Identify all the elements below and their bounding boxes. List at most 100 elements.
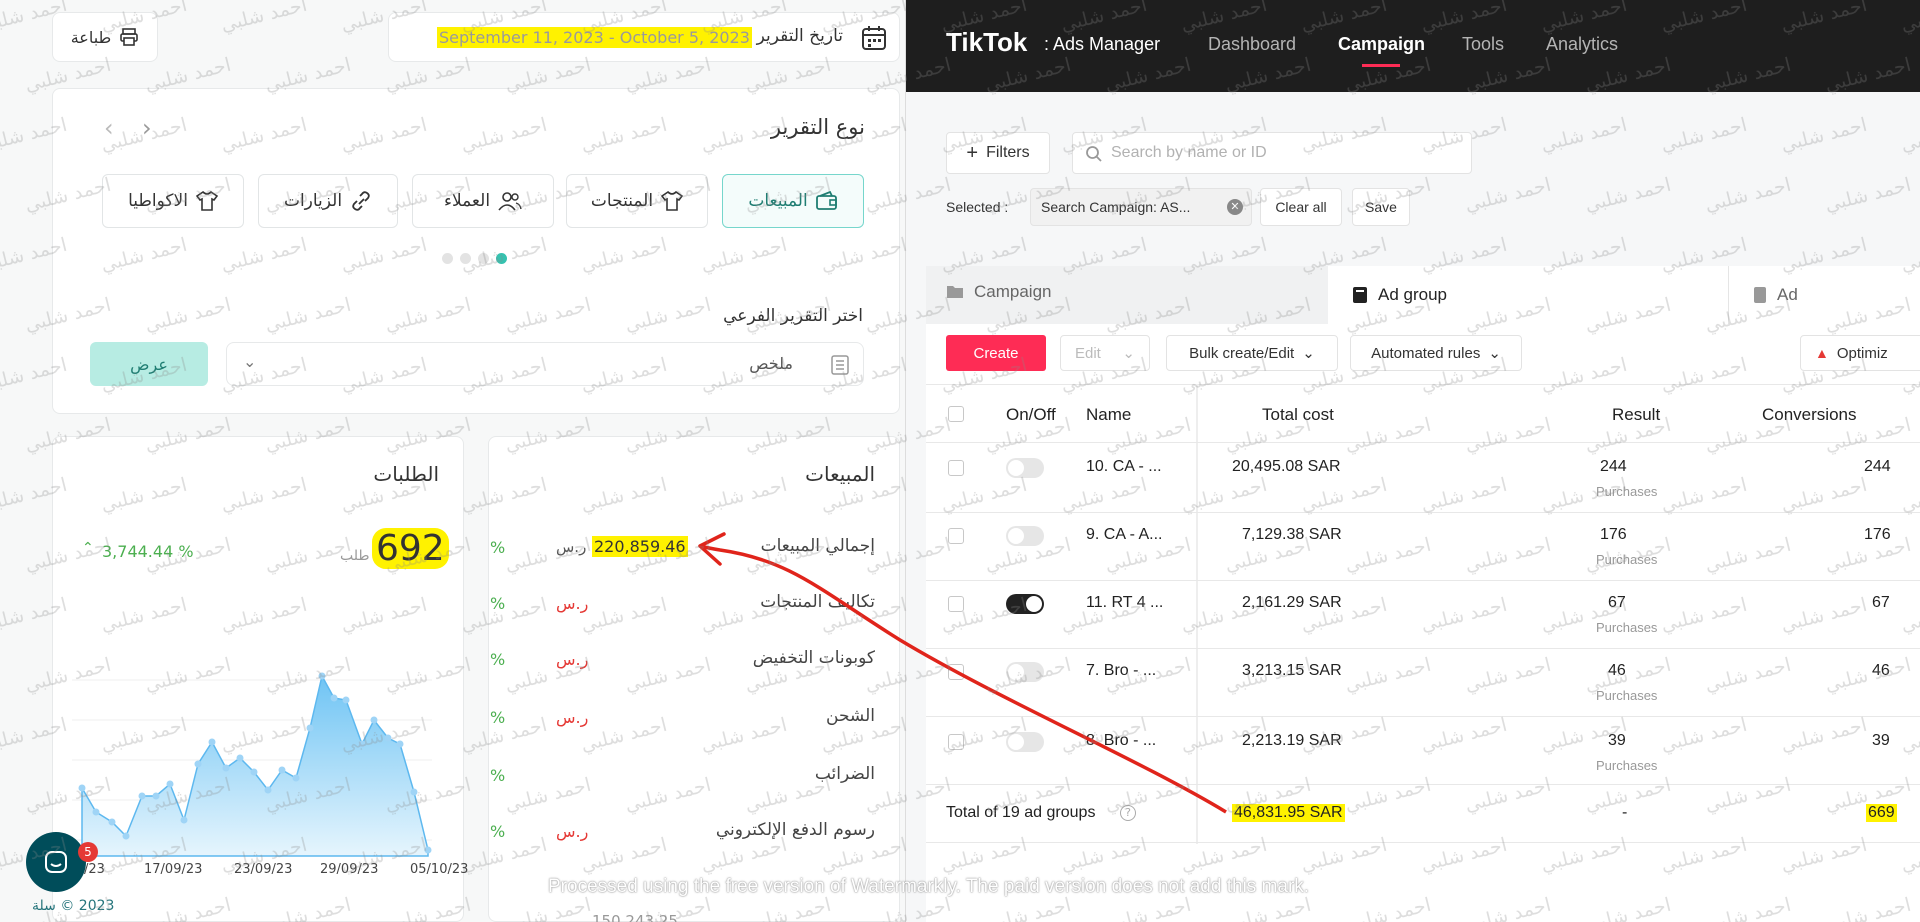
- carousel-dot[interactable]: [478, 253, 489, 264]
- tab-customers[interactable]: العملاء: [412, 174, 554, 228]
- filters-button[interactable]: + Filters: [946, 132, 1050, 174]
- automated-rules-button[interactable]: Automated rules ⌄: [1350, 335, 1522, 371]
- salla-report-panel: طباعة September 11, 2023 - October 5, 20…: [0, 0, 906, 922]
- shirt-icon: [195, 191, 218, 211]
- selected-filter-chip[interactable]: Search Campaign: AS... ✕: [1030, 188, 1252, 226]
- sales-row-label: الضرائب: [814, 764, 875, 784]
- orders-unit: طلب: [340, 548, 370, 564]
- print-button[interactable]: طباعة: [52, 12, 158, 62]
- row-name[interactable]: 10. CA - ...: [1086, 458, 1162, 476]
- row-name[interactable]: 9. CA - A...: [1086, 526, 1162, 544]
- edit-button[interactable]: Edit ⌄: [1060, 335, 1150, 371]
- sales-row-currency: ر.س: [556, 650, 589, 669]
- calendar-icon: [862, 26, 886, 50]
- row-checkbox[interactable]: [948, 596, 964, 612]
- nav-dashboard[interactable]: Dashboard: [1208, 34, 1296, 55]
- col-onoff[interactable]: On/Off: [1006, 405, 1056, 425]
- nav-campaign[interactable]: Campaign: [1338, 34, 1425, 55]
- tab-sales[interactable]: المبيعات: [722, 174, 864, 228]
- save-label: Save: [1365, 199, 1397, 215]
- table-divider: [926, 384, 1920, 385]
- row-checkbox[interactable]: [948, 528, 964, 544]
- clear-all-button[interactable]: Clear all: [1260, 188, 1342, 226]
- sales-currency: ر.س: [556, 538, 587, 556]
- date-range-field[interactable]: September 11, 2023 - October 5, 2023 تار…: [388, 12, 900, 62]
- row-toggle[interactable]: [1006, 594, 1044, 614]
- optimize-button[interactable]: ▲ Optimiz: [1800, 335, 1920, 371]
- row-name[interactable]: 7. Bro - ...: [1086, 662, 1156, 680]
- carousel-prev-icon[interactable]: ‹: [104, 114, 114, 142]
- row-result-sub: Purchases: [1596, 688, 1658, 703]
- chevron-down-icon: ⌄: [243, 352, 257, 371]
- selected-chip-label: Search Campaign: AS...: [1041, 199, 1191, 215]
- tab-customers-label: العملاء: [443, 191, 491, 211]
- show-button-label: عرض: [130, 354, 168, 374]
- tab-visits[interactable]: الزيارات: [258, 174, 398, 228]
- save-filter-button[interactable]: Save: [1352, 188, 1410, 226]
- notification-badge: 5: [78, 842, 98, 862]
- search-placeholder: Search by name or ID: [1111, 144, 1267, 161]
- tab-products[interactable]: المنتجات: [566, 174, 708, 228]
- row-result: 244: [1600, 458, 1627, 475]
- chat-button[interactable]: [26, 832, 86, 892]
- row-checkbox[interactable]: [948, 460, 964, 476]
- tab-adgroup-level[interactable]: Ad group: [1328, 266, 1728, 324]
- tab-campaign-level[interactable]: Campaign: [946, 282, 1052, 302]
- nav-tools[interactable]: Tools: [1462, 34, 1504, 55]
- orders-chart-area: [81, 673, 429, 857]
- warning-icon: ▲: [1815, 345, 1829, 361]
- table-divider: [926, 648, 1920, 649]
- tab-campaign-level-label: Campaign: [974, 282, 1052, 301]
- tiktok-logo: TikTok: [946, 27, 1028, 57]
- info-icon: ?: [1120, 805, 1136, 821]
- sales-row-pct: %: [490, 708, 506, 727]
- row-checkbox[interactable]: [948, 664, 964, 680]
- show-button[interactable]: عرض: [90, 342, 208, 386]
- chat-icon: [45, 851, 67, 873]
- row-conversions: 39: [1872, 732, 1890, 749]
- col-name[interactable]: Name: [1086, 405, 1131, 425]
- tab-other[interactable]: الاكواطيا: [102, 174, 244, 228]
- row-checkbox[interactable]: [948, 734, 964, 750]
- nav-analytics[interactable]: Analytics: [1546, 34, 1618, 55]
- tab-other-label: الاكواطيا: [128, 191, 188, 211]
- row-conversions: 46: [1872, 662, 1890, 679]
- close-icon[interactable]: ✕: [1227, 199, 1243, 215]
- carousel-dot[interactable]: [442, 253, 453, 264]
- create-button[interactable]: Create: [946, 335, 1046, 371]
- col-conversions[interactable]: Conversions: [1762, 405, 1857, 425]
- row-result: 39: [1608, 732, 1626, 749]
- row-toggle[interactable]: [1006, 662, 1044, 682]
- col-total-cost[interactable]: Total cost: [1262, 405, 1334, 425]
- tab-sales-label: المبيعات: [748, 191, 808, 211]
- report-type-title: نوع التقرير: [770, 115, 865, 139]
- tab-ad-level[interactable]: Ad: [1728, 266, 1920, 324]
- create-label: Create: [973, 344, 1019, 362]
- printer-icon: [120, 28, 139, 46]
- top-nav: TikTok : Ads Manager Dashboard Campaign …: [906, 0, 1920, 92]
- link-icon: [352, 191, 370, 211]
- watermark-notice: Processed using the free version of Wate…: [548, 876, 1310, 897]
- sales-card: [488, 436, 900, 922]
- search-input[interactable]: Search by name or ID: [1072, 132, 1472, 174]
- wallet-icon: [815, 191, 837, 210]
- orders-x-label: 17/09/23: [144, 862, 203, 877]
- sub-report-value: ملخص: [749, 354, 793, 373]
- row-result-sub: Purchases: [1596, 552, 1658, 567]
- carousel-dot[interactable]: [460, 253, 471, 264]
- row-name[interactable]: 11. RT 4 ...: [1086, 594, 1163, 612]
- table-divider: [926, 784, 1920, 785]
- row-toggle[interactable]: [1006, 458, 1044, 478]
- row-name[interactable]: 8. Bro - ...: [1086, 732, 1156, 750]
- tab-products-label: المنتجات: [590, 191, 654, 211]
- row-cost: 20,495.08 SAR: [1232, 458, 1341, 475]
- sub-report-select[interactable]: ملخص ⌄: [226, 342, 864, 386]
- row-toggle[interactable]: [1006, 732, 1044, 752]
- col-result[interactable]: Result: [1612, 405, 1660, 425]
- bulk-edit-button[interactable]: Bulk create/Edit ⌄: [1166, 335, 1338, 371]
- carousel-next-icon[interactable]: ›: [142, 114, 152, 142]
- row-toggle[interactable]: [1006, 526, 1044, 546]
- orders-change: 3,744.44 %: [102, 542, 194, 561]
- select-all-checkbox[interactable]: [948, 406, 964, 422]
- carousel-dot[interactable]: [496, 253, 507, 264]
